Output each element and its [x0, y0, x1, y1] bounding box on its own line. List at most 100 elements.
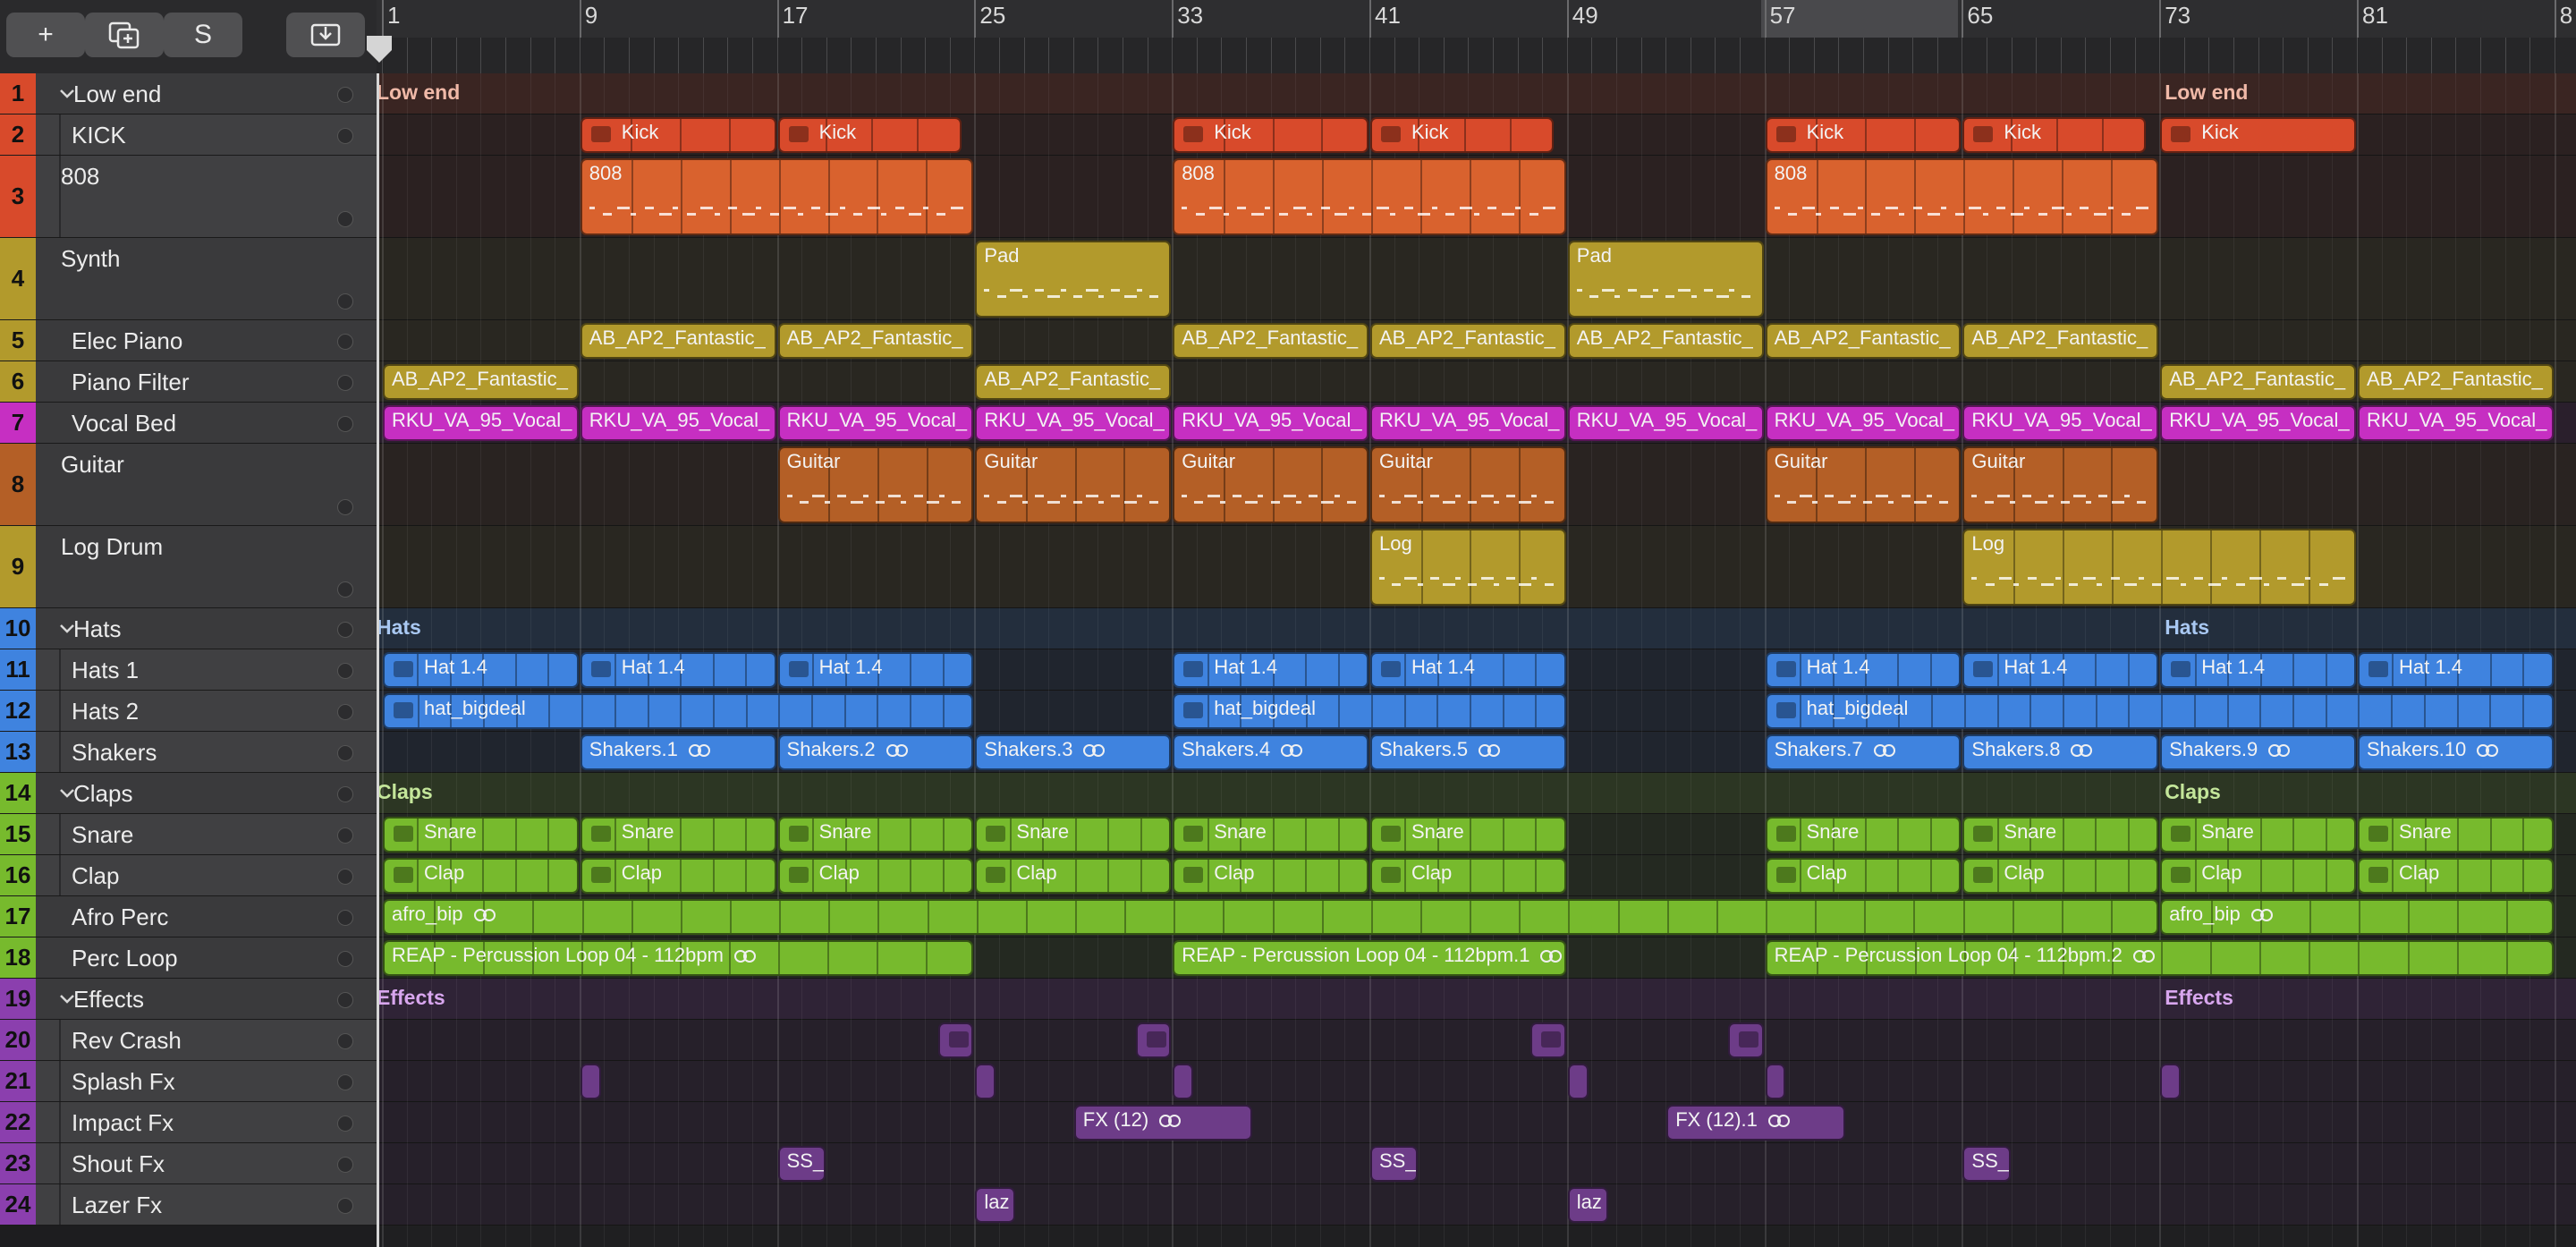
region[interactable]: [1567, 1064, 1589, 1099]
bar-ruler[interactable]: 1 9 17 25 33 41 49 57 65 73 81 8: [377, 0, 2576, 74]
add-track-button[interactable]: +: [6, 13, 85, 57]
track-header-lazer-fx[interactable]: 24 Lazer Fx: [0, 1184, 377, 1226]
track-header-piano-filter[interactable]: 6 Piano Filter: [0, 361, 377, 403]
region[interactable]: FX (12): [1073, 1105, 1253, 1141]
track-header-body[interactable]: Shout Fx: [36, 1143, 377, 1183]
track-header-splash-fx[interactable]: 21 Splash Fx: [0, 1061, 377, 1102]
region[interactable]: RKU_VA_95_Vocal_: [975, 405, 1172, 441]
region[interactable]: Shakers.7: [1765, 734, 1962, 770]
track-record-dot-icon[interactable]: [337, 334, 353, 350]
track-record-dot-icon[interactable]: [337, 581, 353, 598]
track-name[interactable]: Shakers: [72, 739, 157, 767]
region[interactable]: laz: [1567, 1187, 1608, 1223]
region[interactable]: AB_AP2_Fantastic_: [580, 323, 776, 359]
track-header-log-drum[interactable]: 9 Log Drum: [0, 526, 377, 608]
track-lane[interactable]: [377, 773, 2576, 814]
region[interactable]: Shakers.10: [2358, 734, 2554, 770]
region[interactable]: Shakers.3: [975, 734, 1172, 770]
region[interactable]: AB_AP2_Fantastic_: [2358, 364, 2554, 400]
region[interactable]: Log: [1962, 529, 2356, 606]
track-header-body[interactable]: Impact Fx: [36, 1102, 377, 1142]
track-record-dot-icon[interactable]: [337, 869, 353, 885]
region[interactable]: Guitar: [975, 446, 1172, 523]
region[interactable]: AB_AP2_Fantastic_: [1962, 323, 2159, 359]
region[interactable]: Snare: [777, 817, 974, 853]
region[interactable]: RKU_VA_95_Vocal_: [2358, 405, 2554, 441]
region[interactable]: afro_bip: [2160, 899, 2554, 935]
region[interactable]: laz: [975, 1187, 1016, 1223]
track-lane[interactable]: [377, 238, 2576, 320]
track-name[interactable]: Rev Crash: [72, 1027, 182, 1055]
track-header-body[interactable]: Low end: [36, 73, 377, 114]
track-name[interactable]: Impact Fx: [72, 1109, 174, 1137]
track-header-hats[interactable]: 10 Hats: [0, 608, 377, 649]
region[interactable]: RKU_VA_95_Vocal_: [1370, 405, 1566, 441]
region[interactable]: [2160, 1064, 2182, 1099]
region[interactable]: REAP - Percussion Loop 04 - 112bpm.1: [1173, 940, 1566, 976]
region[interactable]: Pad: [1567, 241, 1764, 318]
region[interactable]: RKU_VA_95_Vocal_: [2160, 405, 2356, 441]
region[interactable]: RKU_VA_95_Vocal_: [1765, 405, 1962, 441]
region[interactable]: Hat 1.4: [1962, 652, 2159, 688]
region[interactable]: Kick: [580, 117, 776, 153]
track-name[interactable]: Log Drum: [61, 533, 163, 561]
track-header-guitar[interactable]: 8 Guitar: [0, 444, 377, 526]
region[interactable]: Re: [938, 1022, 974, 1058]
region[interactable]: Shakers.9: [2160, 734, 2356, 770]
region[interactable]: RKU_VA_95_Vocal_: [383, 405, 579, 441]
region[interactable]: Pad: [975, 241, 1172, 318]
region[interactable]: Shakers.8: [1962, 734, 2159, 770]
region[interactable]: Hat 1.4: [777, 652, 974, 688]
region[interactable]: AB_AP2_Fantastic_: [2160, 364, 2356, 400]
track-header-body[interactable]: Log Drum: [36, 526, 377, 607]
region[interactable]: 808: [1765, 158, 2159, 235]
track-name[interactable]: Guitar: [61, 451, 124, 479]
track-header-clap[interactable]: 16 Clap: [0, 855, 377, 896]
region[interactable]: Hat 1.4: [1370, 652, 1566, 688]
region[interactable]: afro_bip: [383, 899, 2159, 935]
arrange-area[interactable]: Low end Low end Hats Hats Claps Claps Effects E…: [377, 73, 2576, 1247]
region[interactable]: AB_AP2_Fantastic_: [777, 323, 974, 359]
region[interactable]: Re: [1530, 1022, 1566, 1058]
track-name[interactable]: Vocal Bed: [72, 410, 176, 437]
track-name[interactable]: Hats: [73, 615, 121, 643]
region[interactable]: Snare: [2160, 817, 2356, 853]
region[interactable]: Snare: [1370, 817, 1566, 853]
capture-button[interactable]: [286, 13, 365, 57]
track-record-dot-icon[interactable]: [337, 293, 353, 310]
region[interactable]: hat_bigdeal: [1765, 693, 2554, 729]
region[interactable]: [1173, 1064, 1194, 1099]
region[interactable]: Shakers.2: [777, 734, 974, 770]
region[interactable]: Kick: [1765, 117, 1962, 153]
region[interactable]: [975, 1064, 996, 1099]
track-header-body[interactable]: KICK: [36, 115, 377, 155]
region[interactable]: SS_: [777, 1146, 826, 1182]
track-header-body[interactable]: Piano Filter: [36, 361, 377, 402]
track-header-shout-fx[interactable]: 23 Shout Fx: [0, 1143, 377, 1184]
track-name[interactable]: 808: [61, 163, 99, 191]
track-header-effects[interactable]: 19 Effects: [0, 979, 377, 1020]
region[interactable]: Guitar: [1370, 446, 1566, 523]
track-record-dot-icon[interactable]: [337, 704, 353, 720]
track-header-body[interactable]: Clap: [36, 855, 377, 895]
region[interactable]: Shakers.1: [580, 734, 776, 770]
region[interactable]: Snare: [1765, 817, 1962, 853]
region[interactable]: Clap: [1370, 858, 1566, 894]
track-header-rev-crash[interactable]: 20 Rev Crash: [0, 1020, 377, 1061]
track-header-impact-fx[interactable]: 22 Impact Fx: [0, 1102, 377, 1143]
region[interactable]: 808: [1173, 158, 1566, 235]
region[interactable]: Clap: [383, 858, 579, 894]
region[interactable]: RKU_VA_95_Vocal_: [777, 405, 974, 441]
track-lane[interactable]: [377, 979, 2576, 1020]
track-lane[interactable]: [377, 1184, 2576, 1226]
region[interactable]: REAP - Percussion Loop 04 - 112bpm.2: [1765, 940, 2554, 976]
track-header-body[interactable]: 808: [36, 156, 377, 237]
track-name[interactable]: Snare: [72, 821, 133, 849]
region[interactable]: Clap: [2358, 858, 2554, 894]
region[interactable]: Kick: [1370, 117, 1554, 153]
track-record-dot-icon[interactable]: [337, 786, 353, 802]
region[interactable]: 808: [580, 158, 974, 235]
region[interactable]: Clap: [1962, 858, 2159, 894]
region[interactable]: Hat 1.4: [580, 652, 776, 688]
track-name[interactable]: Clap: [72, 862, 119, 890]
